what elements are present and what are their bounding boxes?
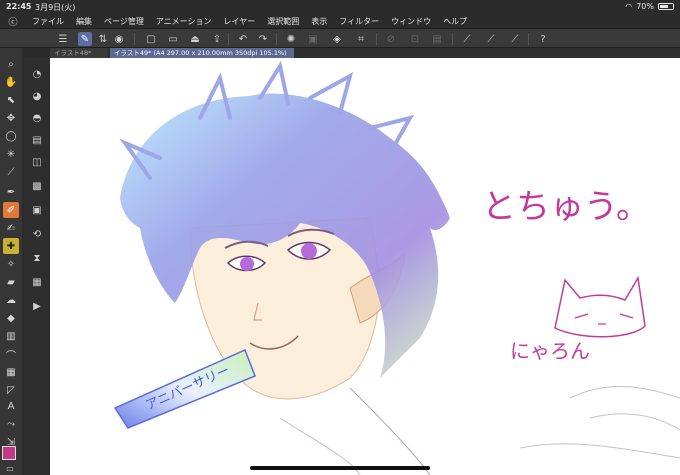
new-file-icon[interactable]: ▢ (144, 32, 158, 46)
clear-icon: ▣ (308, 33, 318, 45)
layer-icon[interactable]: ▤ (29, 132, 45, 148)
text-tool-icon[interactable]: A (3, 398, 19, 414)
home-indicator (250, 466, 430, 470)
save-icon[interactable]: ⏏ (188, 32, 202, 46)
correct-line-tool-icon[interactable]: ⤳ (3, 416, 19, 432)
help-icon[interactable]: ? (536, 32, 550, 46)
battery-percent: 70% (636, 2, 654, 11)
eraser-tool-icon[interactable]: ▰ (3, 274, 19, 290)
transform-icon[interactable]: ⌗ (354, 32, 368, 46)
material-icon[interactable]: ▩ (29, 178, 45, 194)
brush-tool-icon[interactable]: ✎ (78, 32, 92, 46)
pen-tool-icon[interactable]: ✒ (3, 184, 19, 200)
brush-tool-icon[interactable]: ✍ (3, 220, 19, 236)
cat-face (574, 313, 634, 325)
fill-tool-icon[interactable]: ◆ (3, 310, 19, 326)
hard-brush-icon[interactable]: ◕ (29, 88, 45, 104)
navigator-icon[interactable]: ▣ (29, 202, 45, 218)
handwritten-cat-text: にゃろん (510, 339, 590, 363)
eyedropper-tool-icon[interactable]: ⟋ (3, 164, 19, 180)
magic-wand-tool-icon[interactable]: ✳ (3, 146, 19, 162)
main-color-swatch[interactable] (2, 446, 16, 460)
menu-file[interactable]: ファイル (26, 16, 70, 27)
ruler-icon[interactable]: ⟋ (460, 32, 474, 46)
sub-tool-palette: ◔ ◕ ◓ ▤ ◫ ▩ ▣ ⟲ ⧗ ▦ ▶ (24, 58, 50, 475)
menu-bar: ⓒ ファイル 編集 ページ管理 アニメーション レイヤー 選択範囲 表示 フィル… (0, 14, 680, 28)
undo-icon[interactable]: ↶ (236, 32, 250, 46)
cat-doodle (554, 275, 646, 338)
status-bar: 22:45 3月9日(火) ◠ 70% (0, 0, 680, 14)
gradient-tool-icon[interactable]: ▥ (3, 328, 19, 344)
airbrush-tool-icon[interactable]: ✧ (3, 256, 19, 272)
hand-tool-icon[interactable]: ✋ (3, 74, 19, 90)
menu-view[interactable]: 表示 (305, 16, 333, 27)
redo-icon[interactable]: ↷ (256, 32, 270, 46)
balloon-tool-icon[interactable]: ◸ (3, 382, 19, 398)
export-icon[interactable]: ⇪ (210, 32, 224, 46)
invert-selection-icon: ▤ (432, 33, 442, 45)
figure-tool-icon[interactable]: ⌒ (3, 346, 19, 362)
artwork: アニバーサリー とちゅう。 にゃろん (113, 60, 680, 475)
shoulder-sketch (519, 386, 680, 459)
menu-filter[interactable]: フィルター (333, 16, 385, 27)
handwritten-main-text: とちゅう。 (482, 187, 650, 227)
loading-icon[interactable]: ✺ (284, 32, 298, 46)
move-layer-tool-icon[interactable]: ✥ (3, 110, 19, 126)
decoration-tool-icon[interactable]: ✚ (3, 238, 19, 254)
lasso-tool-icon[interactable]: ◯ (3, 128, 19, 144)
menu-page[interactable]: ページ管理 (98, 16, 150, 27)
wifi-icon: ◠ (625, 2, 633, 11)
menu-selection[interactable]: 選択範囲 (261, 16, 305, 27)
menu-animation[interactable]: アニメーション (150, 16, 218, 27)
deselect-icon: ⊘ (386, 33, 396, 45)
view-mode-icon[interactable]: ◉ (112, 32, 126, 46)
hamburger-menu-icon[interactable]: ☰ (56, 32, 70, 46)
battery-icon (658, 3, 674, 10)
blend-tool-icon[interactable]: ☁ (3, 292, 19, 308)
iris-left (240, 257, 254, 271)
tool-palette: ⌕ ✋ ⬉ ✥ ◯ ✳ ⟋ ✒ ✐ ✍ ✚ ✧ ▰ ☁ ◆ ▥ ⌒ ▦ ◸ A … (0, 48, 22, 475)
animation-icon[interactable]: ▶ (29, 298, 45, 314)
command-bar: ☰ ✎ ⇅ ◉ ▢ ▭ ⏏ ⇪ ↶ ↷ ✺ ▣ ◈ ⌗ ⊘ ⊡ ▤ ⟋ ⟋ ⟋ … (0, 28, 680, 48)
layer-stack-icon[interactable]: ◫ (29, 154, 45, 170)
soft-brush-icon[interactable]: ◔ (29, 66, 45, 82)
drawing-canvas[interactable]: アニバーサリー とちゅう。 にゃろん (50, 58, 680, 475)
collar-sketch (349, 387, 431, 475)
operation-tool-icon[interactable]: ⬉ (3, 92, 19, 108)
status-time: 22:45 (6, 2, 32, 11)
crop-icon: ⊡ (410, 33, 420, 45)
zoom-tool-icon[interactable]: ⌕ (3, 56, 19, 72)
snap-ruler-icon[interactable]: ⟋ (484, 32, 498, 46)
color-mode-icon[interactable]: ▭ (2, 460, 18, 475)
menu-edit[interactable]: 編集 (70, 16, 98, 27)
menu-window[interactable]: ウィンドウ (385, 16, 437, 27)
menu-help[interactable]: ヘルプ (437, 16, 473, 27)
app-logo-icon[interactable]: ⓒ (0, 15, 26, 28)
status-date: 3月9日(火) (35, 3, 76, 12)
snap-grid-icon[interactable]: ⟋ (508, 32, 522, 46)
iris-right (301, 243, 317, 259)
properties-icon[interactable]: ▦ (29, 274, 45, 290)
tab-illust-49[interactable]: イラスト49* (A4 297.00 x 210.00mm 350dpi 105… (110, 48, 294, 58)
tab-illust-48[interactable]: イラスト48* (50, 48, 108, 58)
document-tabs: イラスト48* イラスト49* (A4 297.00 x 210.00mm 35… (50, 48, 680, 58)
sync-icon[interactable]: ⇅ (96, 32, 110, 46)
history-icon[interactable]: ⧗ (29, 250, 45, 266)
rotate-icon[interactable]: ⟲ (29, 226, 45, 242)
pencil-tool-icon[interactable]: ✐ (3, 202, 19, 218)
fill-icon[interactable]: ◈ (330, 32, 344, 46)
open-folder-icon[interactable]: ▭ (166, 32, 180, 46)
frame-border-tool-icon[interactable]: ▦ (3, 364, 19, 380)
water-brush-icon[interactable]: ◓ (29, 110, 45, 126)
menu-layer[interactable]: レイヤー (218, 16, 262, 27)
